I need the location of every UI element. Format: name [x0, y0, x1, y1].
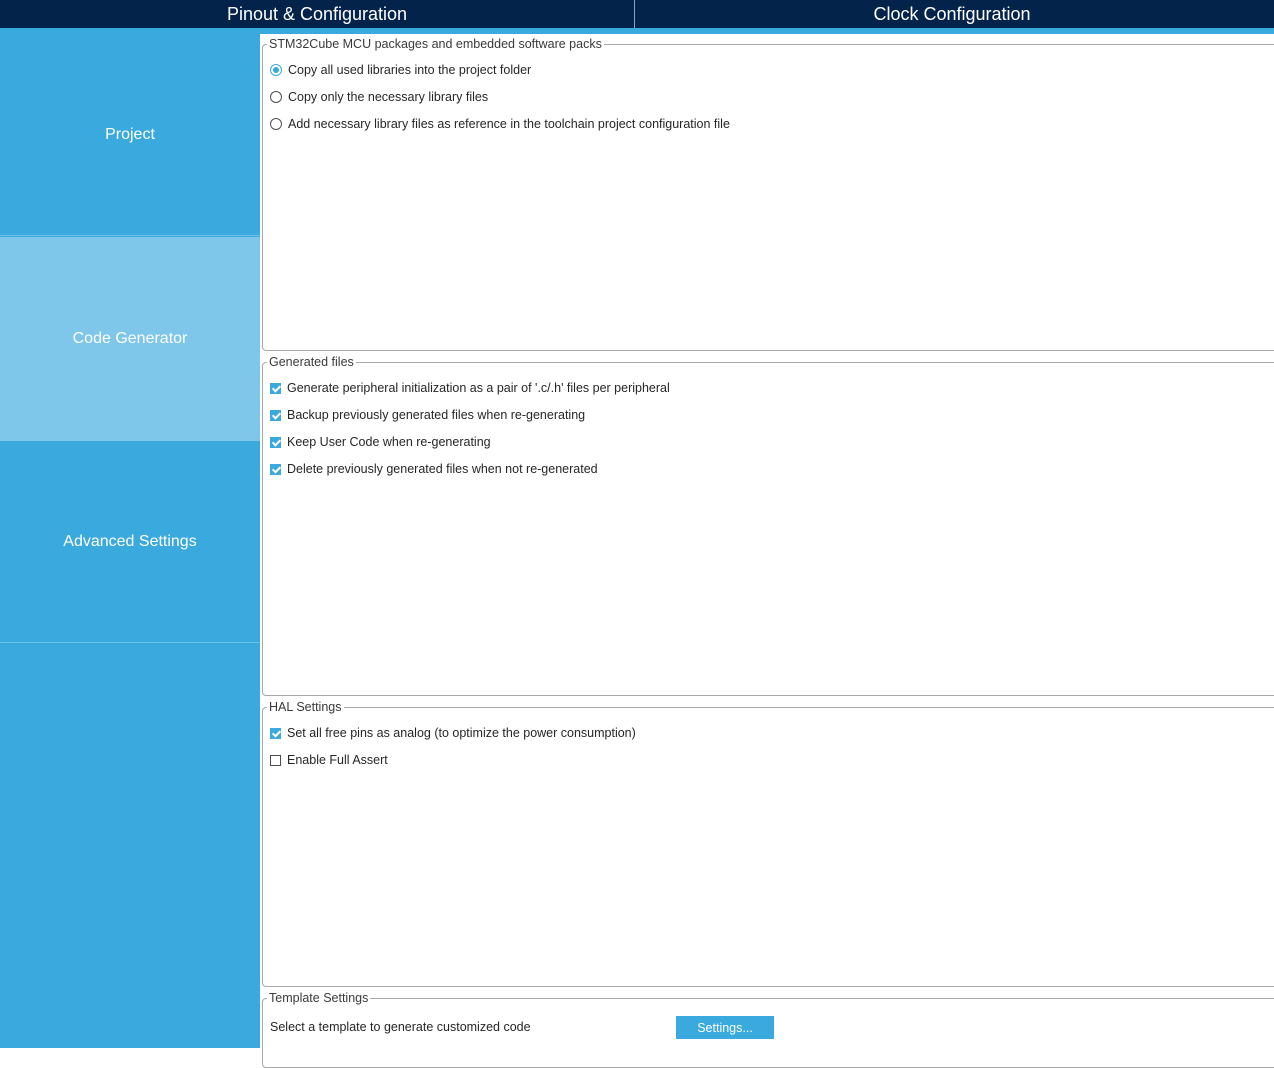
radio-button[interactable] — [270, 118, 282, 130]
top-tab-bar: Pinout & Configuration Clock Configurati… — [0, 0, 1274, 28]
sidebar-item-label: Project — [105, 125, 155, 143]
checkbox-generate-peripheral-init[interactable]: Generate peripheral initialization as a … — [270, 380, 670, 396]
checkbox[interactable] — [270, 727, 281, 739]
option-label: Backup previously generated files when r… — [287, 408, 586, 422]
radio-copy-necessary-files[interactable]: Copy only the necessary library files — [270, 89, 488, 105]
checkbox-keep-user-code[interactable]: Keep User Code when re-generating — [270, 434, 491, 450]
mcu-packages-group: STM32Cube MCU packages and embedded soft… — [262, 37, 1274, 351]
tab-clock-configuration[interactable]: Clock Configuration — [635, 0, 1269, 28]
tab-pinout-configuration[interactable]: Pinout & Configuration — [0, 0, 635, 28]
radio-copy-all-libraries[interactable]: Copy all used libraries into the project… — [270, 62, 531, 78]
option-label: Copy only the necessary library files — [288, 90, 489, 104]
sidebar-item-code-generator[interactable]: Code Generator — [0, 237, 260, 441]
option-label: Delete previously generated files when n… — [287, 462, 598, 476]
checkbox-free-pins-analog[interactable]: Set all free pins as analog (to optimize… — [270, 725, 636, 741]
checkbox[interactable] — [270, 382, 281, 394]
option-label: Generate peripheral initialization as a … — [287, 381, 670, 395]
sidebar-item-project[interactable]: Project — [0, 34, 260, 236]
checkbox-enable-full-assert[interactable]: Enable Full Assert — [270, 752, 388, 768]
radio-button[interactable] — [270, 91, 282, 103]
option-label: Enable Full Assert — [287, 753, 388, 767]
hal-settings-group: HAL Settings Set all free pins as analog… — [262, 700, 1274, 987]
option-label: Add necessary library files as reference… — [288, 117, 730, 131]
radio-button[interactable] — [270, 64, 282, 76]
sidebar-item-label: Advanced Settings — [63, 532, 197, 550]
group-title: Generated files — [267, 355, 356, 370]
checkbox-delete-previous-files[interactable]: Delete previously generated files when n… — [270, 461, 598, 477]
checkbox[interactable] — [270, 754, 281, 766]
group-title: HAL Settings — [267, 700, 344, 715]
checkbox[interactable] — [270, 463, 281, 475]
template-settings-group: Template Settings Select a template to g… — [262, 991, 1274, 1068]
checkbox-backup-generated-files[interactable]: Backup previously generated files when r… — [270, 407, 585, 423]
checkbox[interactable] — [270, 409, 281, 421]
group-title: STM32Cube MCU packages and embedded soft… — [267, 37, 604, 52]
option-label: Keep User Code when re-generating — [287, 435, 491, 449]
sidebar-item-advanced-settings[interactable]: Advanced Settings — [0, 441, 260, 643]
sidebar-item-label: Code Generator — [72, 330, 188, 347]
radio-add-as-reference[interactable]: Add necessary library files as reference… — [270, 116, 730, 132]
option-label: Set all free pins as analog (to optimize… — [287, 726, 636, 740]
group-title: Template Settings — [267, 991, 371, 1006]
sidebar: Project Code Generator Advanced Settings — [0, 34, 260, 1048]
template-settings-button[interactable]: Settings... — [676, 1016, 774, 1039]
generated-files-group: Generated files Generate peripheral init… — [262, 355, 1274, 696]
option-label: Copy all used libraries into the project… — [288, 63, 532, 77]
checkbox[interactable] — [270, 436, 281, 448]
template-label: Select a template to generate customized… — [270, 1020, 531, 1034]
